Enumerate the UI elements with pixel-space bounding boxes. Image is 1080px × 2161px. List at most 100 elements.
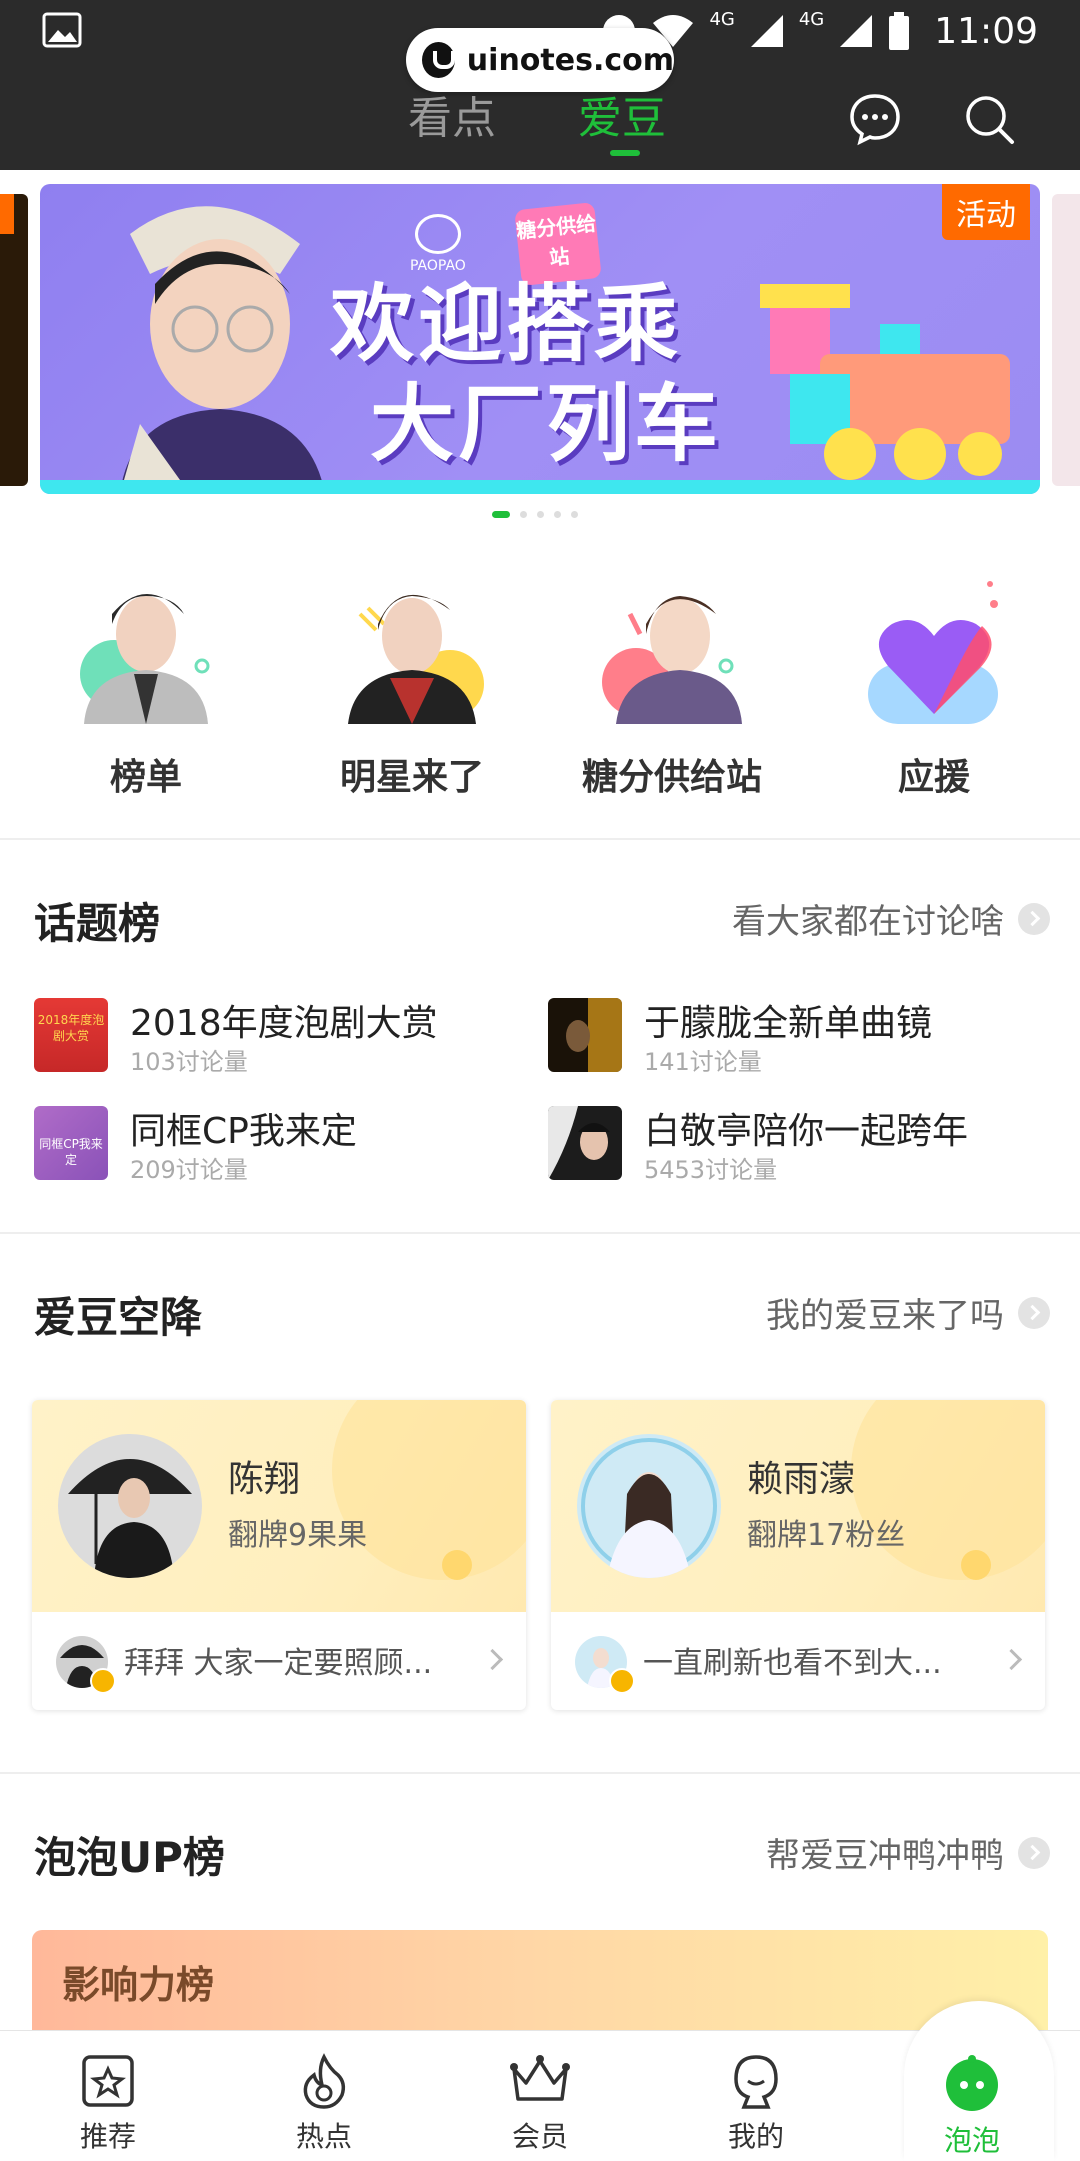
- topic-count: 103讨论量: [130, 1048, 248, 1076]
- idol-message: 一直刷新也看不到大...: [643, 1646, 942, 1681]
- train-illustration: [730, 284, 1030, 488]
- topic-item[interactable]: 于朦胧全新单曲镜 141讨论量: [548, 998, 1018, 1078]
- topic-title: 白敬亭陪你一起跨年: [644, 1111, 969, 1152]
- idol-card[interactable]: 赖雨濛 翻牌17粉丝 一直刷新也看不到大...: [551, 1400, 1045, 1710]
- message-icon[interactable]: [848, 92, 902, 146]
- idol-avatar: [577, 1434, 721, 1578]
- section-divider: [0, 1232, 1080, 1234]
- idol-name: 赖雨濛: [747, 1459, 856, 1500]
- uprank-more-link[interactable]: 帮爱豆冲鸭冲鸭: [766, 1828, 1050, 1877]
- topic-count: 141讨论量: [644, 1048, 762, 1076]
- topic-thumbnail: [548, 1106, 622, 1180]
- entry-star-coming[interactable]: 明星来了: [312, 574, 512, 800]
- carousel-dot: [520, 511, 527, 518]
- signal-label-2: 4G: [798, 8, 825, 30]
- nav-hot[interactable]: 热点: [216, 2031, 432, 2161]
- nav-recommend-label: 推荐: [79, 2120, 136, 2153]
- crown-icon: [510, 2055, 570, 2101]
- idol-card-header: 赖雨濛 翻牌17粉丝: [551, 1400, 1045, 1612]
- entry-sugar-station-label: 糖分供给站: [581, 757, 762, 798]
- promo-banner[interactable]: PAOPAO 糖分供给站 欢迎搭乘 大厂列车 活动: [40, 184, 1040, 494]
- carousel-dot: [554, 511, 561, 518]
- idols-more-link[interactable]: 我的爱豆来了吗: [766, 1288, 1050, 1337]
- idol-card-header: 陈翔 翻牌9果果: [32, 1400, 526, 1612]
- idol-fans: 翻牌17粉丝: [747, 1518, 906, 1553]
- topic-item[interactable]: 2018年度泡剧大赏 2018年度泡剧大赏 103讨论量: [34, 998, 504, 1078]
- banner-prev-peek[interactable]: [0, 194, 28, 486]
- gallery-notification-icon: [42, 12, 82, 48]
- section-divider: [0, 1772, 1080, 1774]
- topic-thumbnail: 同框CP我来定: [34, 1106, 108, 1180]
- topic-item[interactable]: 同框CP我来定 同框CP我来定 209讨论量: [34, 1106, 504, 1186]
- banner-headline-line1: 欢迎搭乘: [330, 275, 683, 373]
- topic-count: 209讨论量: [130, 1156, 248, 1184]
- uprank-title: 泡泡UP榜: [34, 1833, 225, 1882]
- section-divider: [0, 838, 1080, 840]
- banner-bottom-strip: [40, 480, 1040, 494]
- entry-sugar-station[interactable]: 糖分供给站: [572, 574, 772, 800]
- watermark-text: uinotes.com: [466, 42, 674, 78]
- idol-message: 拜拜 大家一定要照顾...: [124, 1646, 433, 1681]
- entry-support[interactable]: 应援: [834, 574, 1034, 800]
- topic-thumbnail: 2018年度泡剧大赏: [34, 998, 108, 1072]
- carousel-dot: [571, 511, 578, 518]
- carousel-indicator: [492, 511, 578, 518]
- entry-support-label: 应援: [897, 757, 970, 798]
- nav-recommend[interactable]: 推荐: [0, 2031, 216, 2161]
- signal-icon-2: [840, 15, 873, 47]
- quick-entries: 榜单 明星来了 糖分供给站 应援: [0, 574, 1080, 798]
- nav-me[interactable]: 我的: [648, 2031, 864, 2161]
- activity-badge: 活动: [942, 184, 1030, 240]
- banner-person-image: [120, 206, 325, 494]
- idols-more-text: 我的爱豆来了吗: [766, 1296, 1004, 1336]
- paopao-brand-text: PAOPAO: [410, 258, 466, 274]
- rank-entry-image: [80, 594, 210, 724]
- top-header: 4G 4G 11:09 uinotes.com 看点 爱豆: [0, 0, 1080, 170]
- nav-vip[interactable]: 会员: [432, 2031, 648, 2161]
- banner-next-peek[interactable]: [1052, 194, 1080, 486]
- carousel-dot-active: [492, 511, 510, 518]
- idol-avatar: [58, 1434, 202, 1578]
- heart-support-icon: [868, 581, 998, 724]
- nav-paopao[interactable]: 泡泡: [864, 2001, 1080, 2161]
- topic-thumbnail: [548, 998, 622, 1072]
- verified-badge-icon: [90, 1668, 116, 1694]
- entry-rank-label: 榜单: [109, 757, 182, 798]
- banner-headline: 欢迎搭乘 大厂列车: [330, 274, 722, 474]
- star-box-icon: [82, 2055, 134, 2107]
- tab-aidou[interactable]: 爱豆: [578, 82, 666, 146]
- topic-item[interactable]: 白敬亭陪你一起跨年 5453讨论量: [548, 1106, 1018, 1186]
- chevron-right-icon: [1018, 1836, 1050, 1869]
- search-icon[interactable]: [962, 92, 1016, 146]
- topics-more-link[interactable]: 看大家都在讨论啥: [732, 894, 1050, 943]
- active-tab-indicator: [610, 150, 640, 156]
- nav-hot-label: 热点: [295, 2120, 352, 2153]
- topics-title: 话题榜: [34, 899, 161, 948]
- paopao-icon: [946, 2055, 998, 2111]
- verified-badge-icon: [609, 1668, 635, 1694]
- idol-name: 陈翔: [228, 1459, 301, 1500]
- tab-kandian[interactable]: 看点: [408, 82, 496, 146]
- profile-icon: [734, 2055, 778, 2109]
- banner-headline-line2: 大厂列车: [370, 375, 723, 473]
- nav-paopao-label: 泡泡: [943, 2124, 1000, 2157]
- entry-star-coming-label: 明星来了: [339, 757, 484, 798]
- idol-card-message[interactable]: 拜拜 大家一定要照顾...: [32, 1612, 526, 1710]
- influence-rank-title: 影响力榜: [62, 1963, 215, 2007]
- idol-card[interactable]: 陈翔 翻牌9果果 拜拜 大家一定要照顾...: [32, 1400, 526, 1710]
- topic-title: 2018年度泡剧大赏: [130, 1003, 438, 1044]
- sugar-station-entry-image: [602, 596, 742, 724]
- topic-title: 于朦胧全新单曲镜: [644, 1003, 933, 1044]
- chevron-right-icon: [1000, 1648, 1023, 1671]
- paopao-logo-icon: [414, 214, 461, 254]
- decor-dot: [961, 1550, 991, 1580]
- topics-more-text: 看大家都在讨论啥: [732, 902, 1004, 942]
- chevron-right-icon: [1018, 902, 1050, 935]
- battery-icon: [889, 12, 910, 50]
- paopao-brand: PAOPAO: [410, 214, 466, 274]
- nav-vip-label: 会员: [511, 2120, 568, 2153]
- bottom-navigation: 推荐 热点 会员 我的 泡泡: [0, 2001, 1080, 2161]
- idol-card-message[interactable]: 一直刷新也看不到大...: [551, 1612, 1045, 1710]
- entry-rank[interactable]: 榜单: [46, 574, 246, 800]
- idol-fans: 翻牌9果果: [228, 1518, 368, 1553]
